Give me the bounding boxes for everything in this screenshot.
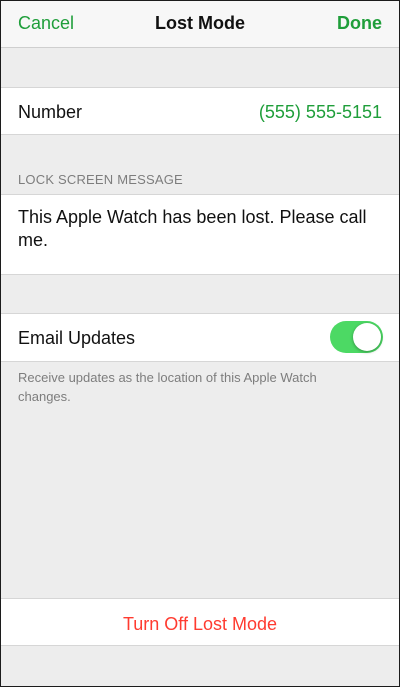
lost-mode-screen: Cancel Lost Mode Done Number (555) 555-5… (0, 0, 400, 687)
number-label: Number (18, 102, 83, 122)
number-row[interactable]: Number (555) 555-5151 (1, 87, 399, 135)
email-updates-row: Email Updates (1, 313, 399, 362)
navigation-bar: Cancel Lost Mode Done (1, 1, 399, 48)
email-updates-label: Email Updates (18, 328, 136, 348)
email-updates-toggle[interactable] (330, 321, 383, 353)
turn-off-lost-mode-button[interactable]: Turn Off Lost Mode (1, 598, 399, 646)
lock-screen-message-field[interactable]: This Apple Watch has been lost. Please c… (1, 194, 399, 275)
lock-screen-message-text[interactable]: This Apple Watch has been lost. Please c… (18, 206, 385, 252)
turn-off-lost-mode-label: Turn Off Lost Mode (122, 614, 278, 634)
done-button[interactable]: Done (337, 12, 382, 34)
toggle-knob (353, 323, 381, 351)
phone-number-value[interactable]: (555) 555-5151 (259, 101, 382, 123)
lock-screen-message-header: LOCK SCREEN MESSAGE (18, 172, 183, 187)
email-updates-note: Receive updates as the location of this … (18, 370, 317, 404)
